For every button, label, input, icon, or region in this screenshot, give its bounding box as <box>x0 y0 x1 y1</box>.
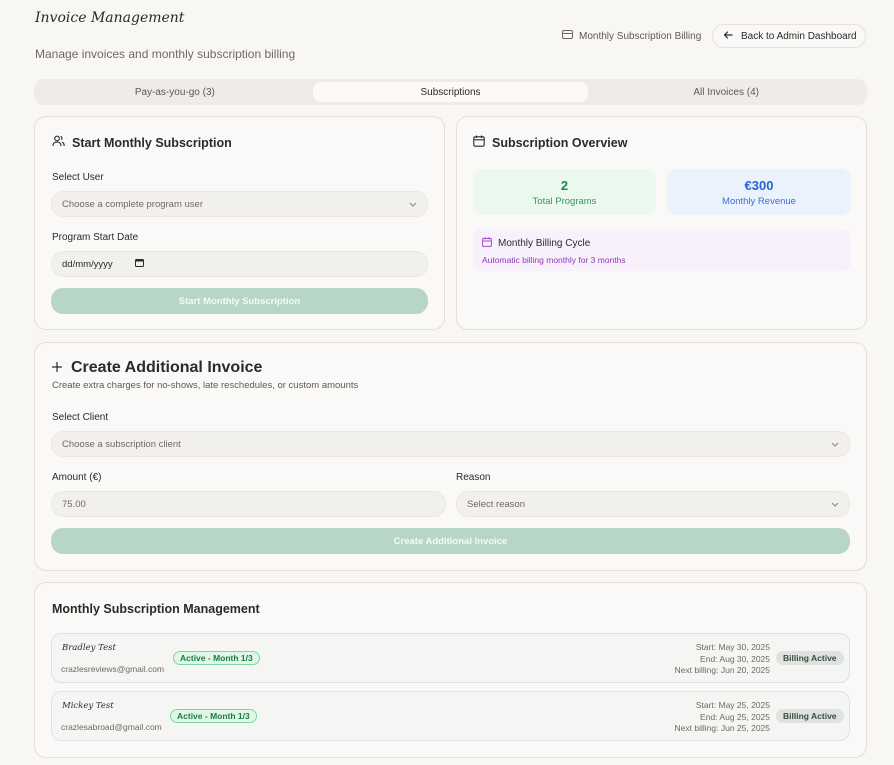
start-subscription-title-text: Start Monthly Subscription <box>72 135 232 150</box>
select-user-label: Select User <box>52 172 104 183</box>
client-select-placeholder: Choose a subscription client <box>62 438 181 450</box>
tab-pay-as-you-go[interactable]: Pay-as-you-go (3) <box>37 82 313 102</box>
billing-cycle-title: Monthly Billing Cycle <box>498 238 591 249</box>
calendar-picker-icon[interactable] <box>134 258 144 270</box>
start-date: Start: May 25, 2025 <box>695 700 770 710</box>
monthly-revenue-value: €300 <box>744 177 774 193</box>
amount-label: Amount (€) <box>52 472 102 483</box>
start-date-label: Program Start Date <box>52 232 139 243</box>
total-programs-label: Total Programs <box>532 195 597 207</box>
chevron-down-icon <box>831 499 839 510</box>
chevron-down-icon <box>409 199 417 210</box>
client-select[interactable]: Choose a subscription client <box>51 431 850 457</box>
credit-card-icon <box>562 30 573 42</box>
billing-status-badge: Billing Active <box>776 709 844 723</box>
create-additional-invoice-button[interactable]: Create Additional Invoice <box>51 528 850 554</box>
subscription-row[interactable]: Bradley Test crazlesreviews@gmail.com Ac… <box>51 633 850 683</box>
start-subscription-card: Start Monthly Subscription Select User C… <box>34 116 445 330</box>
client-name: Bradley Test <box>62 643 116 653</box>
client-name: Mickey Test <box>62 701 114 711</box>
next-billing-date: Next billing: Jun 25, 2025 <box>674 723 770 733</box>
next-billing-date: Next billing: Jun 20, 2025 <box>674 665 770 675</box>
additional-invoice-heading: Create Additional Invoice <box>51 359 263 377</box>
amount-value: 75.00 <box>62 498 86 510</box>
tab-all-invoices[interactable]: All Invoices (4) <box>588 82 864 102</box>
page-subtitle: Manage invoices and monthly subscription… <box>35 47 296 61</box>
billing-cycle-heading: Monthly Billing Cycle <box>482 237 842 250</box>
user-select-placeholder: Choose a complete program user <box>62 198 203 210</box>
tab-bar: Pay-as-you-go (3) Subscriptions All Invo… <box>34 79 867 105</box>
amount-input[interactable]: 75.00 <box>51 491 446 517</box>
user-select[interactable]: Choose a complete program user <box>51 191 428 217</box>
overview-title-text: Subscription Overview <box>492 135 628 150</box>
subscription-dates: Start: May 30, 2025 End: Aug 30, 2025 Ne… <box>675 642 770 677</box>
additional-invoice-title: Create Additional Invoice <box>71 359 263 376</box>
additional-invoice-subtitle: Create extra charges for no-shows, late … <box>52 380 359 391</box>
monthly-revenue-stat: €300 Monthly Revenue <box>667 169 851 215</box>
end-date: End: Aug 30, 2025 <box>700 653 770 664</box>
page-title: Invoice Management <box>35 10 185 26</box>
status-badge: Active - Month 1/3 <box>173 651 260 665</box>
reason-select-placeholder: Select reason <box>467 498 526 510</box>
management-title: Monthly Subscription Management <box>52 602 260 616</box>
select-client-label: Select Client <box>52 412 109 423</box>
subscription-overview-card: Subscription Overview 2 Total Programs €… <box>456 116 867 330</box>
overview-title: Subscription Overview <box>473 135 627 150</box>
billing-mode-text: Monthly Subscription Billing <box>579 30 702 42</box>
total-programs-value: 2 <box>560 177 569 193</box>
subscription-dates: Start: May 25, 2025 End: Aug 25, 2025 Ne… <box>675 700 770 735</box>
start-subscription-button[interactable]: Start Monthly Subscription <box>51 288 428 314</box>
chevron-down-icon <box>831 439 839 450</box>
billing-mode-label: Monthly Subscription Billing <box>562 29 701 43</box>
calendar-icon <box>482 237 492 250</box>
arrow-left-icon <box>723 30 733 43</box>
billing-cycle-text: Automatic billing monthly for 3 months <box>482 255 626 265</box>
back-to-dashboard-button[interactable]: Back to Admin Dashboard <box>712 24 866 48</box>
total-programs-stat: 2 Total Programs <box>473 169 656 215</box>
additional-invoice-card: Create Additional Invoice Create extra c… <box>34 342 867 571</box>
client-email: crazlesreviews@gmail.com <box>61 664 165 674</box>
start-date: Start: May 30, 2025 <box>695 642 770 652</box>
subscription-row[interactable]: Mickey Test crazlesabroad@gmail.com Acti… <box>51 691 850 741</box>
users-icon <box>52 135 65 150</box>
start-date-input[interactable]: dd/mm/yyyy <box>51 251 428 277</box>
reason-select[interactable]: Select reason <box>456 491 850 517</box>
calendar-icon <box>473 135 485 150</box>
start-date-placeholder: dd/mm/yyyy <box>62 258 113 270</box>
end-date: End: Aug 25, 2025 <box>700 711 770 722</box>
billing-cycle-box: Monthly Billing Cycle Automatic billing … <box>473 229 851 271</box>
plus-icon <box>51 359 63 377</box>
status-badge: Active - Month 1/3 <box>170 709 257 723</box>
monthly-revenue-label: Monthly Revenue <box>722 195 796 207</box>
back-button-label: Back to Admin Dashboard <box>741 30 857 42</box>
tab-subscriptions[interactable]: Subscriptions <box>312 82 589 102</box>
reason-label: Reason <box>456 472 491 483</box>
start-subscription-title: Start Monthly Subscription <box>52 135 232 150</box>
client-email: crazlesabroad@gmail.com <box>61 722 162 732</box>
billing-status-badge: Billing Active <box>776 651 844 665</box>
